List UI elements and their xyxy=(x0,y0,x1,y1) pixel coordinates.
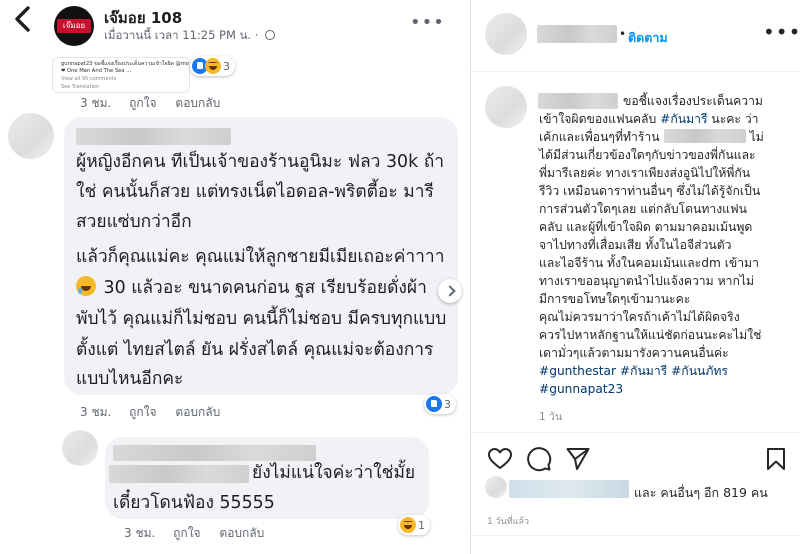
bookmark-icon[interactable] xyxy=(763,446,789,472)
attachment-line: gunnapat23 ขอชี้แจงเรื่องประเด็นความเข้า… xyxy=(61,61,189,67)
caption-author-redacted[interactable] xyxy=(538,93,618,109)
comment-text-line: แล้วก็คุณแม่คะ คุณแม่ให้ลูกชายมีเมียเถอะ… xyxy=(76,247,445,267)
caption-time[interactable]: 1 วัน xyxy=(539,408,562,425)
caption-line: จาไปทางที่เสื่อมเสีย ทั้งในไอจีส่วนตัว xyxy=(539,238,732,252)
comment-icon[interactable] xyxy=(526,446,552,472)
more-options-icon[interactable]: ••• xyxy=(410,12,445,33)
caption-line: เข้าใจผิดของแฟนคลับ #กันมารี นะคะ ว่า xyxy=(539,112,759,126)
comment-image-attachment[interactable]: gunnapat23 ขอชี้แจงเรื่องประเด็นความเข้า… xyxy=(52,57,190,93)
caption-line: การส่วนตัวใดๆเลย แต่กลับโดนทางแฟน xyxy=(539,202,747,216)
comment-text-line: ยังไม่แน่ใจค่ะว่าใช่มั้ย xyxy=(252,463,416,483)
post-timestamp[interactable]: เมื่อวานนี้ เวลา 11:25 PM น. · xyxy=(104,28,258,42)
follow-button[interactable]: ติดตาม xyxy=(628,28,668,48)
separator-dot: • xyxy=(619,27,627,41)
shop-name-redacted[interactable] xyxy=(663,129,746,143)
reply-link[interactable]: ตอบกลับ xyxy=(175,405,220,419)
laughing-tears-emoji-icon xyxy=(76,276,96,296)
like-reaction-icon xyxy=(426,396,442,412)
post-meta: เมื่อวานนี้ เวลา 11:25 PM น. · xyxy=(104,27,276,45)
attachment-line: See Translation xyxy=(61,84,100,90)
comment-text-line: ผู้หญิงอีกคน ทีเป็นเจ้าของร้านอูนิมะ ฟลว… xyxy=(76,152,444,172)
reply-link[interactable]: ตอบกลับ xyxy=(219,526,264,540)
facebook-comments-panel: เจ๊มอย เจ๊มอย 108 เมื่อวานนี้ เวลา 11:25… xyxy=(0,0,470,554)
comment-time[interactable]: 3 ชม. xyxy=(80,96,111,110)
caption-line: พี่มารีเลยค่ะ ทางเราเพียงส่งอูนิไปให้พี่… xyxy=(539,166,751,180)
divider xyxy=(471,432,800,433)
hashtag-link[interactable]: #gunthestar #กันมารี #กันนภัทร xyxy=(539,362,728,380)
comment-bubble: ยังไม่แน่ใจค่ะว่าใช่มั้ย เดี๋ยวโดนฟ้อง 5… xyxy=(105,437,429,519)
ig-profile-avatar[interactable] xyxy=(485,13,527,55)
more-options-icon[interactable]: ••• xyxy=(763,20,800,44)
caption-author-avatar[interactable] xyxy=(485,86,527,128)
hashtag-link[interactable]: #gunnapat23 xyxy=(539,380,623,398)
post-date[interactable]: 1 วันที่แล้ว xyxy=(487,514,529,528)
liker-avatar[interactable] xyxy=(485,476,507,498)
chevron-right-icon[interactable] xyxy=(438,279,462,303)
caption-line: และไอจีร้าน ทั้งในคอมเม้นและdm เข้ามา xyxy=(539,256,759,270)
reaction-count: 1 xyxy=(418,518,425,532)
liker-name-redacted[interactable] xyxy=(509,480,629,498)
caption-line: ขอชี้แจงเรื่องประเด็นความ xyxy=(623,94,763,108)
comment-time[interactable]: 3 ชม. xyxy=(80,405,111,419)
page-avatar[interactable]: เจ๊มอย xyxy=(54,6,94,46)
comment-time[interactable]: 3 ชม. xyxy=(124,526,155,540)
comment-text-line: สวยแซ่บกว่าอีก xyxy=(76,212,192,232)
back-arrow-icon[interactable] xyxy=(12,4,34,34)
mentioned-name-redacted[interactable] xyxy=(109,465,249,483)
attachment-line: View all 95 comments xyxy=(61,76,117,82)
comment-bubble: ผู้หญิงอีกคน ทีเป็นเจ้าของร้านอูนิมะ ฟลว… xyxy=(64,117,458,395)
share-icon[interactable] xyxy=(565,446,591,472)
haha-reaction-icon xyxy=(400,517,416,533)
comment-text-line: แบบไหนอีกคะ xyxy=(76,369,184,389)
ig-post-header: • ติดตาม ••• xyxy=(471,0,800,72)
commenter-avatar[interactable] xyxy=(8,113,54,159)
hashtag-link[interactable]: #กันมารี xyxy=(660,112,707,126)
reaction-count-badge[interactable]: 3 xyxy=(190,56,235,76)
caption-line: เดามั่วๆแล้วตามมารังควานคนอื่นค่ะ xyxy=(539,346,729,360)
comment-text-line: เดี๋ยวโดนฟ้อง 55555 xyxy=(113,493,275,513)
haha-reaction-icon xyxy=(205,58,221,74)
commenter-avatar[interactable] xyxy=(62,430,98,466)
comment-actions: 3 ชม. ถูกใจ ตอบกลับ xyxy=(80,94,235,113)
comment-text-line: ใช่ คนนั้นก็สวย แต่ทรงเน็ตไอดอล-พริตตี้อ… xyxy=(76,182,434,202)
reaction-count-badge[interactable]: 1 xyxy=(398,515,430,535)
caption-line: ควรไปหาหลักฐานให้แน่ชัดก่อนนะคะไม่ใช่ xyxy=(539,328,762,342)
globe-icon xyxy=(265,30,276,40)
heart-icon[interactable] xyxy=(487,446,513,472)
like-link[interactable]: ถูกใจ xyxy=(173,526,200,540)
reaction-count: 3 xyxy=(444,397,451,411)
comment-text-line: พับไว้ คุณแม่ก็ไม่ชอบ คนนี้ก็ไม่ชอบ มีคร… xyxy=(76,309,447,329)
commenter-name-redacted[interactable] xyxy=(76,128,231,145)
divider xyxy=(471,535,800,536)
like-link[interactable]: ถูกใจ xyxy=(129,405,156,419)
reaction-count-badge[interactable]: 3 xyxy=(424,394,456,414)
caption-line: เค้กและเพื่อนๆที่ทำร้าน ไม่ xyxy=(539,129,764,144)
caption-line: คลับ และผู้ที่เข้าใจผิด ตามมาคอมเม้นพูด xyxy=(539,220,753,234)
comment-text-line: 30 แล้วอะ ขนาดคนก่อน ฐส เรียบร้อยดั่งผ้า xyxy=(76,274,427,304)
reply-link[interactable]: ตอบกลับ xyxy=(175,96,220,110)
comment-text-line: ตั้งแต่ ไทยสไตล์ ยัน ฝรั่งสไตล์ คุณแม่จะ… xyxy=(76,340,434,360)
caption-line: มีการขอโทษใดๆเข้ามานะคะ xyxy=(539,292,691,306)
caption-line: คุณไม่ควรมาว่าใครถ้าเค้าไม่ได้ผิดจริง xyxy=(539,310,740,324)
caption-line: ทางเราขออนุญาตนำไปแจ้งความ หากไม่ xyxy=(539,274,754,288)
post-header: เจ๊มอย เจ๊มอย 108 เมื่อวานนี้ เวลา 11:25… xyxy=(0,0,470,52)
page-logo: เจ๊มอย xyxy=(57,19,91,33)
comment-actions: 3 ชม. ถูกใจ ตอบกลับ xyxy=(124,524,279,543)
likes-count[interactable]: และ คนอื่นๆ อีก 819 คน xyxy=(634,483,768,503)
caption-line: รีวิว เหมือนดาราท่านอื่นๆ ซึ่งไม่ได้รู้จ… xyxy=(539,184,761,198)
ig-username-redacted[interactable] xyxy=(537,25,617,43)
caption-line: ได้มีส่วนเกี่ยวข้องใดๆกับข่าวของพี่กันแล… xyxy=(539,148,756,162)
reaction-count: 3 xyxy=(223,59,230,73)
instagram-post-panel: • ติดตาม ••• ขอชี้แจงเรื่องประเด็นความ เ… xyxy=(470,0,800,554)
attachment-line: ❤ One Man And The Sea ... xyxy=(61,68,132,74)
comment-actions: 3 ชม. ถูกใจ ตอบกลับ xyxy=(80,403,235,422)
like-link[interactable]: ถูกใจ xyxy=(129,96,156,110)
